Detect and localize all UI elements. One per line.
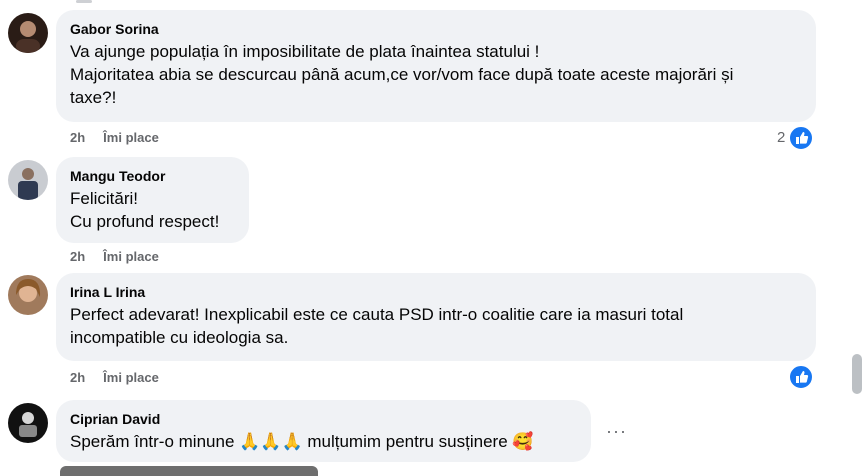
like-reaction-icon[interactable] — [788, 125, 814, 151]
avatar-photo — [8, 160, 48, 200]
comment-time[interactable]: 2h — [70, 130, 85, 145]
comment-text-line: Cu profund respect! — [70, 212, 220, 231]
avatar[interactable] — [8, 13, 48, 53]
comment-text-line: incompatible cu ideologia sa. — [70, 328, 289, 347]
avatar[interactable] — [8, 403, 48, 443]
avatar[interactable] — [8, 275, 48, 315]
avatar-photo — [8, 275, 48, 315]
comment-text-line: taxe?! — [70, 88, 117, 107]
next-comment-preview — [60, 466, 318, 476]
more-options-icon[interactable]: ··· — [606, 422, 627, 440]
comment-bubble: Ciprian David Sperăm într-o minune 🙏🙏🙏 m… — [56, 400, 591, 462]
comment-text-line: Felicitări! — [70, 189, 139, 208]
reaction-count[interactable]: 2 — [777, 129, 785, 147]
avatar[interactable] — [8, 160, 48, 200]
avatar-photo — [8, 13, 48, 53]
comment-text-line: Va ajunge populația în imposibilitate de… — [70, 42, 540, 61]
comment-meta: 2h Îmi place — [70, 370, 159, 386]
comment-time[interactable]: 2h — [70, 249, 85, 264]
comment-text-line: Majoritatea abia se descurcau până acum,… — [70, 65, 734, 84]
comment-text-line: Perfect adevarat! Inexplicabil este ce c… — [70, 305, 684, 324]
like-button[interactable]: Îmi place — [103, 370, 159, 385]
like-button[interactable]: Îmi place — [103, 249, 159, 264]
like-button[interactable]: Îmi place — [103, 130, 159, 145]
comment-author[interactable]: Irina L Irina — [70, 283, 804, 301]
thread-line — [76, 0, 92, 3]
comment-bubble: Mangu Teodor Felicitări! Cu profund resp… — [56, 157, 249, 243]
like-reaction-icon[interactable] — [788, 364, 814, 390]
comment-time[interactable]: 2h — [70, 370, 85, 385]
avatar-photo — [8, 403, 48, 443]
comment-text-line: Sperăm într-o minune 🙏🙏🙏 mulțumim pentru… — [70, 432, 534, 451]
comment-meta: 2h Îmi place — [70, 249, 159, 265]
comment-author[interactable]: Gabor Sorina — [70, 20, 804, 38]
comment-bubble: Irina L Irina Perfect adevarat! Inexplic… — [56, 273, 816, 361]
comment-bubble: Gabor Sorina Va ajunge populația în impo… — [56, 10, 816, 122]
comment-author[interactable]: Mangu Teodor — [70, 167, 237, 185]
scrollbar-thumb[interactable] — [852, 354, 862, 394]
comment-author[interactable]: Ciprian David — [70, 410, 579, 428]
comment-meta: 2h Îmi place — [70, 130, 159, 146]
